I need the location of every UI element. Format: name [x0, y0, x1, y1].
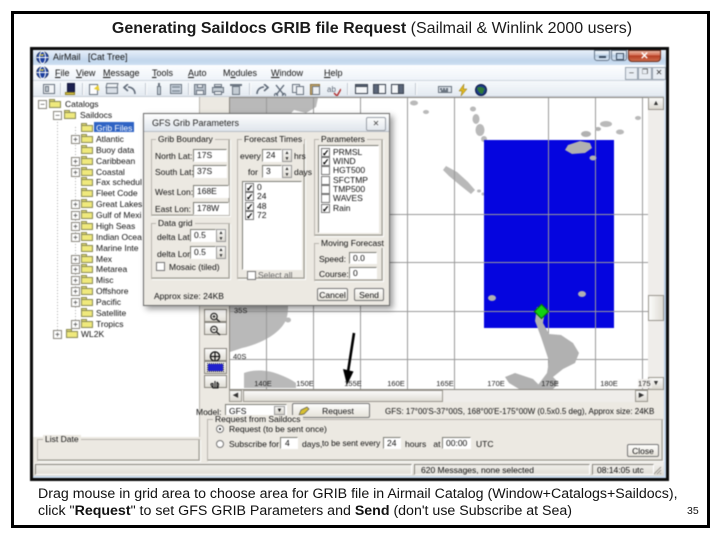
- svg-text:ab: ab: [327, 85, 336, 94]
